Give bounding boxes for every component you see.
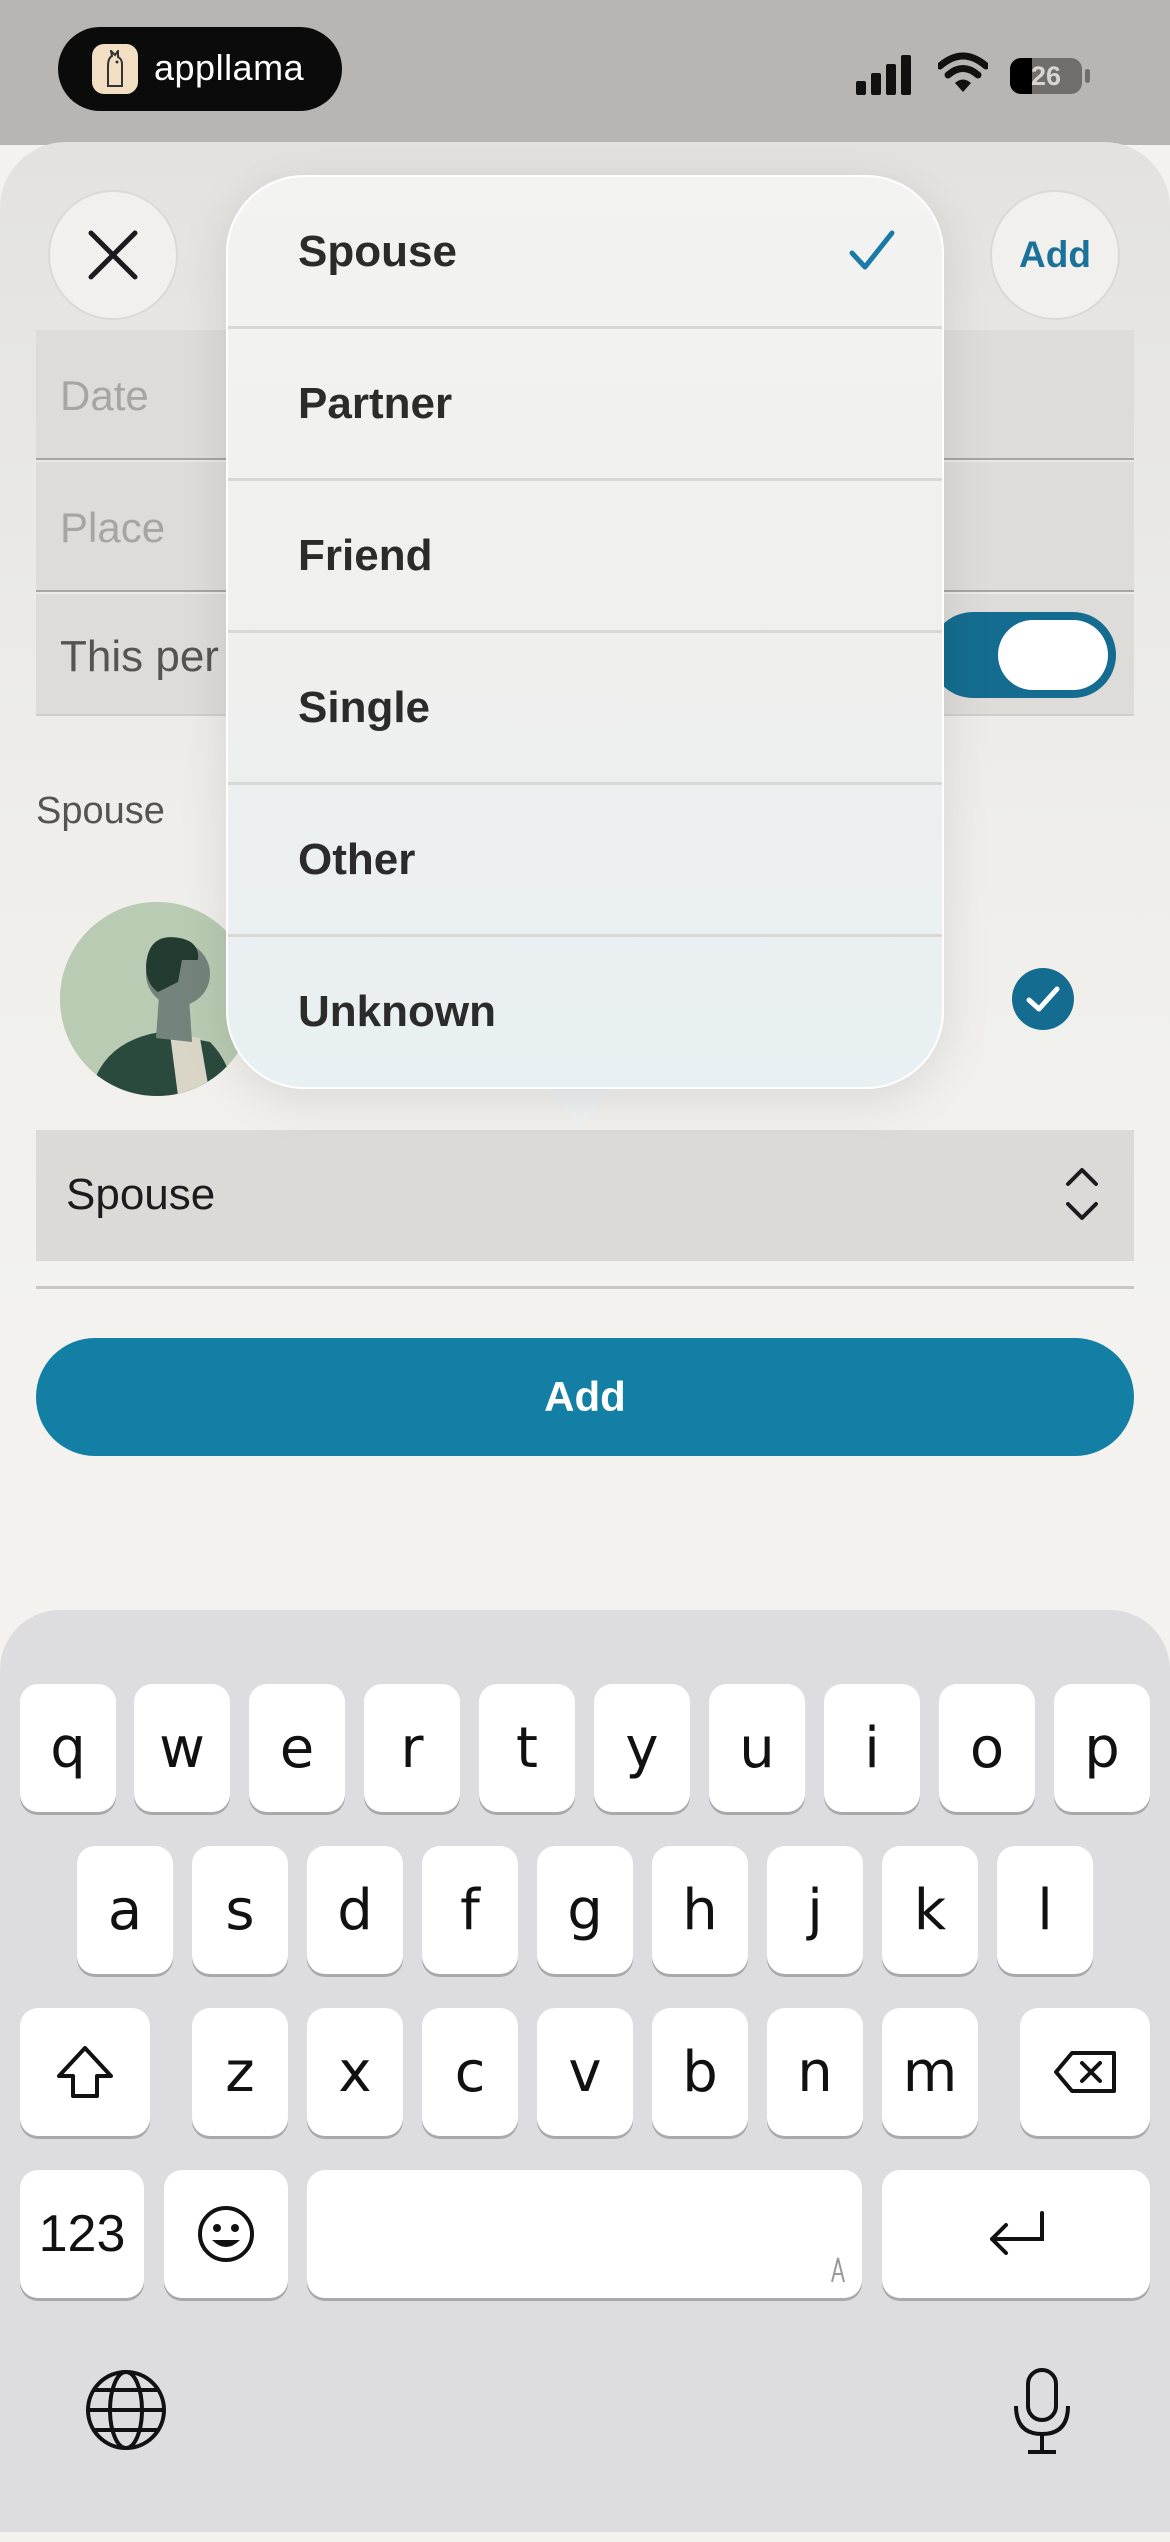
key-o[interactable]: o <box>939 1684 1035 1812</box>
battery-level: 26 <box>1030 61 1062 91</box>
dropdown-option-single[interactable]: Single <box>228 633 942 785</box>
key-w[interactable]: w <box>134 1684 230 1812</box>
emoji-key[interactable] <box>164 2170 288 2298</box>
dropdown-option-unknown[interactable]: Unknown <box>228 937 942 1087</box>
divider <box>36 1286 1134 1289</box>
add-header-label: Add <box>1019 234 1091 275</box>
add-header-button[interactable]: Add <box>990 190 1120 320</box>
key-c[interactable]: c <box>422 2008 518 2136</box>
option-label: Unknown <box>298 987 496 1036</box>
date-placeholder: Date <box>60 372 149 419</box>
place-placeholder: Place <box>60 504 166 551</box>
key-d[interactable]: d <box>307 1846 403 1974</box>
key-g[interactable]: g <box>537 1846 633 1974</box>
dropdown-option-other[interactable]: Other <box>228 785 942 937</box>
shift-key[interactable] <box>20 2008 150 2136</box>
key-a[interactable]: a <box>77 1846 173 1974</box>
option-label: Spouse <box>298 227 457 276</box>
key-y[interactable]: y <box>594 1684 690 1812</box>
key-p[interactable]: p <box>1054 1684 1150 1812</box>
spouse-section-heading: Spouse <box>36 790 165 832</box>
dropdown-option-partner[interactable]: Partner <box>228 329 942 481</box>
relationship-value: Spouse <box>66 1170 216 1219</box>
microphone-icon[interactable] <box>1010 2366 1074 2461</box>
key-j[interactable]: j <box>767 1846 863 1974</box>
checkmark-icon <box>849 230 895 270</box>
selected-check-icon[interactable] <box>1012 968 1074 1030</box>
relationship-select[interactable]: Spouse <box>36 1130 1134 1261</box>
key-t[interactable]: t <box>479 1684 575 1812</box>
globe-icon[interactable] <box>84 2368 168 2457</box>
backspace-icon <box>1054 2051 1116 2093</box>
app-name: appllama <box>154 47 305 88</box>
key-b[interactable]: b <box>652 2008 748 2136</box>
backspace-key[interactable] <box>1020 2008 1150 2136</box>
dropdown-pointer <box>546 1084 614 1128</box>
relationship-dropdown: Spouse Partner Friend Single Other Unkno… <box>226 175 944 1089</box>
return-key[interactable] <box>882 2170 1150 2298</box>
key-q[interactable]: q <box>20 1684 116 1812</box>
close-icon <box>88 230 138 280</box>
keyboard: q w e r t y u i o p a s d f g h j k l z … <box>0 1610 1170 2532</box>
key-i[interactable]: i <box>824 1684 920 1812</box>
cellular-signal-icon <box>856 53 916 97</box>
text-cursor-icon <box>831 2257 845 2283</box>
wifi-icon <box>936 52 990 96</box>
shift-icon <box>57 2046 113 2098</box>
battery-icon: 26 <box>1010 58 1090 94</box>
emoji-icon <box>198 2206 254 2262</box>
space-key[interactable] <box>307 2170 862 2298</box>
key-n[interactable]: n <box>767 2008 863 2136</box>
toggle-switch[interactable] <box>930 612 1116 698</box>
add-button[interactable]: Add <box>36 1338 1134 1456</box>
option-label: Other <box>298 835 416 884</box>
key-h[interactable]: h <box>652 1846 748 1974</box>
key-z[interactable]: z <box>192 2008 288 2136</box>
key-m[interactable]: m <box>882 2008 978 2136</box>
return-icon <box>990 2211 1044 2255</box>
key-v[interactable]: v <box>537 2008 633 2136</box>
key-k[interactable]: k <box>882 1846 978 1974</box>
numbers-key[interactable]: 123 <box>20 2170 144 2298</box>
option-label: Friend <box>298 531 433 580</box>
option-label: Partner <box>298 379 453 428</box>
app-badge: appllama <box>58 27 342 111</box>
chevron-up-down-icon <box>1066 1168 1098 1220</box>
key-u[interactable]: u <box>709 1684 805 1812</box>
key-x[interactable]: x <box>307 2008 403 2136</box>
dropdown-option-spouse[interactable]: Spouse <box>228 177 942 329</box>
key-l[interactable]: l <box>997 1846 1093 1974</box>
option-label: Single <box>298 683 431 732</box>
key-r[interactable]: r <box>364 1684 460 1812</box>
key-e[interactable]: e <box>249 1684 345 1812</box>
dropdown-option-friend[interactable]: Friend <box>228 481 942 633</box>
llama-logo-icon <box>92 44 138 94</box>
avatar <box>60 902 254 1096</box>
close-button[interactable] <box>48 190 178 320</box>
key-f[interactable]: f <box>422 1846 518 1974</box>
key-s[interactable]: s <box>192 1846 288 1974</box>
toggle-knob <box>998 620 1108 690</box>
add-button-label: Add <box>544 1373 626 1420</box>
toggle-label: This per <box>60 632 219 681</box>
